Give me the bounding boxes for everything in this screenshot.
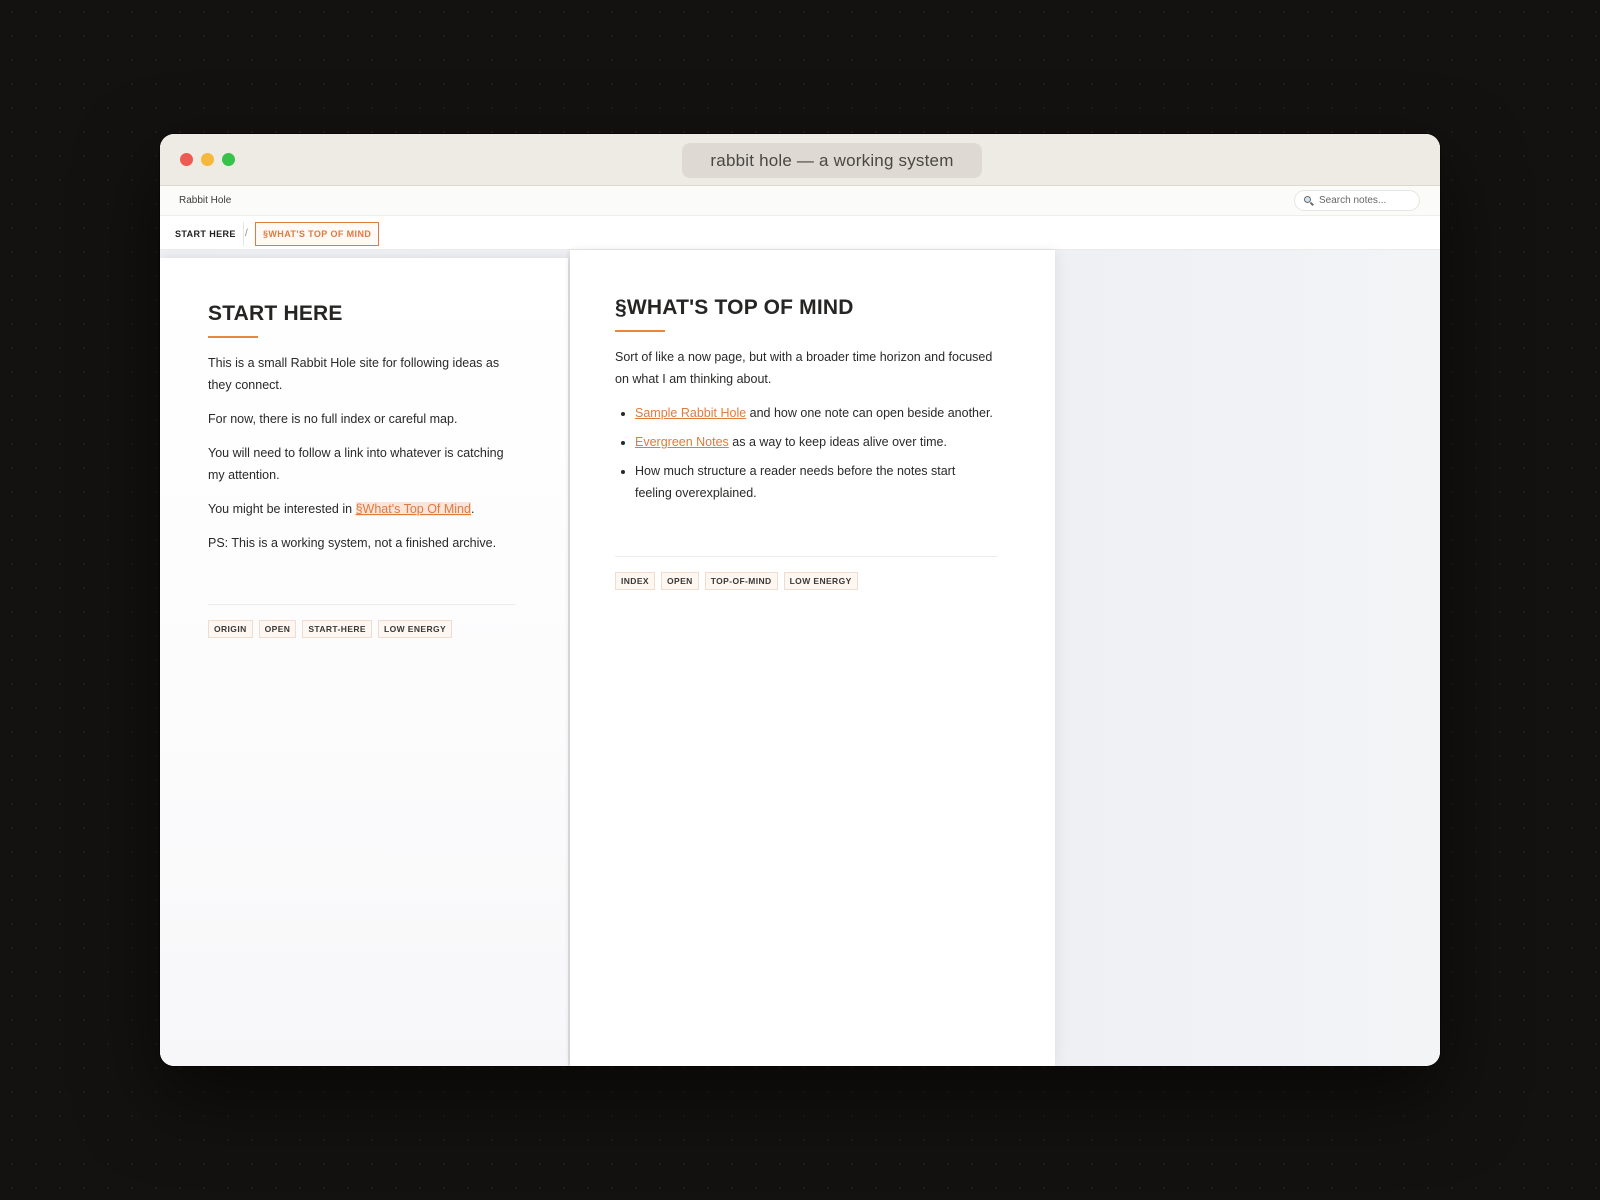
note-body: This is a small Rabbit Hole site for fol… — [208, 352, 513, 566]
note-paragraph: PS: This is a working system, not a fini… — [208, 536, 497, 550]
notes-stack: START HERE This is a small Rabbit Hole s… — [160, 250, 1440, 1066]
note-divider — [208, 604, 516, 605]
tag-list: INDEX OPEN TOP-OF-MIND LOW ENERGY — [615, 572, 858, 590]
breadcrumb: START HERE / §WHAT'S TOP OF MIND — [160, 216, 1440, 250]
list-item: Sample Rabbit Hole and how one note can … — [635, 402, 995, 424]
note-paragraph: You might be interested in §What's Top O… — [208, 502, 475, 516]
tag-low-energy[interactable]: LOW ENERGY — [378, 620, 453, 638]
tag-open[interactable]: OPEN — [258, 620, 297, 638]
site-name-link[interactable]: Rabbit Hole — [179, 195, 231, 206]
whats-top-of-mind-link[interactable]: §What's Top Of Mind — [355, 502, 471, 516]
tag-index[interactable]: INDEX — [615, 572, 655, 590]
tag-start-here[interactable]: START-HERE — [302, 620, 373, 638]
breadcrumb-start-here[interactable]: START HERE — [168, 222, 244, 246]
breadcrumb-separator: / — [245, 228, 248, 239]
close-window-button[interactable] — [180, 153, 193, 166]
note-bullet-list: Sample Rabbit Hole and how one note can … — [615, 402, 995, 504]
tag-origin[interactable]: ORIGIN — [208, 620, 253, 638]
search-placeholder: Search notes... — [1319, 195, 1387, 206]
note-paragraph: This is a small Rabbit Hole site for fol… — [208, 356, 500, 392]
note-title: §WHAT'S TOP OF MIND — [615, 296, 854, 319]
title-underline — [208, 336, 258, 338]
list-item: Evergreen Notes as a way to keep ideas a… — [635, 431, 995, 453]
note-intro: Sort of like a now page, but with a broa… — [615, 350, 993, 386]
list-item: How much structure a reader needs before… — [635, 460, 995, 504]
browser-window: rabbit hole — a working system Rabbit Ho… — [160, 134, 1440, 1066]
note-pane-whats-top-of-mind[interactable]: §WHAT'S TOP OF MIND Sort of like a now p… — [570, 250, 1055, 1066]
note-paragraph: You will need to follow a link into what… — [208, 446, 504, 482]
tag-low-energy[interactable]: LOW ENERGY — [783, 572, 858, 590]
window-title: rabbit hole — a working system — [682, 143, 982, 178]
title-underline — [615, 330, 665, 332]
tag-top-of-mind[interactable]: TOP-OF-MIND — [704, 572, 778, 590]
search-input[interactable]: Search notes... — [1294, 190, 1420, 211]
note-pane-start-here[interactable]: START HERE This is a small Rabbit Hole s… — [160, 258, 568, 1066]
minimize-window-button[interactable] — [201, 153, 214, 166]
maximize-window-button[interactable] — [222, 153, 235, 166]
site-header: Rabbit Hole Search notes... — [160, 186, 1440, 216]
title-bar: rabbit hole — a working system — [160, 134, 1440, 186]
note-divider — [615, 556, 997, 557]
note-body: Sort of like a now page, but with a broa… — [615, 346, 995, 511]
search-icon — [1303, 195, 1315, 207]
tag-list: ORIGIN OPEN START-HERE LOW ENERGY — [208, 620, 453, 638]
tag-open[interactable]: OPEN — [660, 572, 699, 590]
evergreen-notes-link[interactable]: Evergreen Notes — [635, 435, 729, 449]
note-title: START HERE — [208, 302, 343, 325]
note-paragraph: For now, there is no full index or caref… — [208, 412, 458, 426]
breadcrumb-whats-top-of-mind[interactable]: §WHAT'S TOP OF MIND — [255, 222, 380, 246]
sample-rabbit-hole-link[interactable]: Sample Rabbit Hole — [635, 406, 746, 420]
